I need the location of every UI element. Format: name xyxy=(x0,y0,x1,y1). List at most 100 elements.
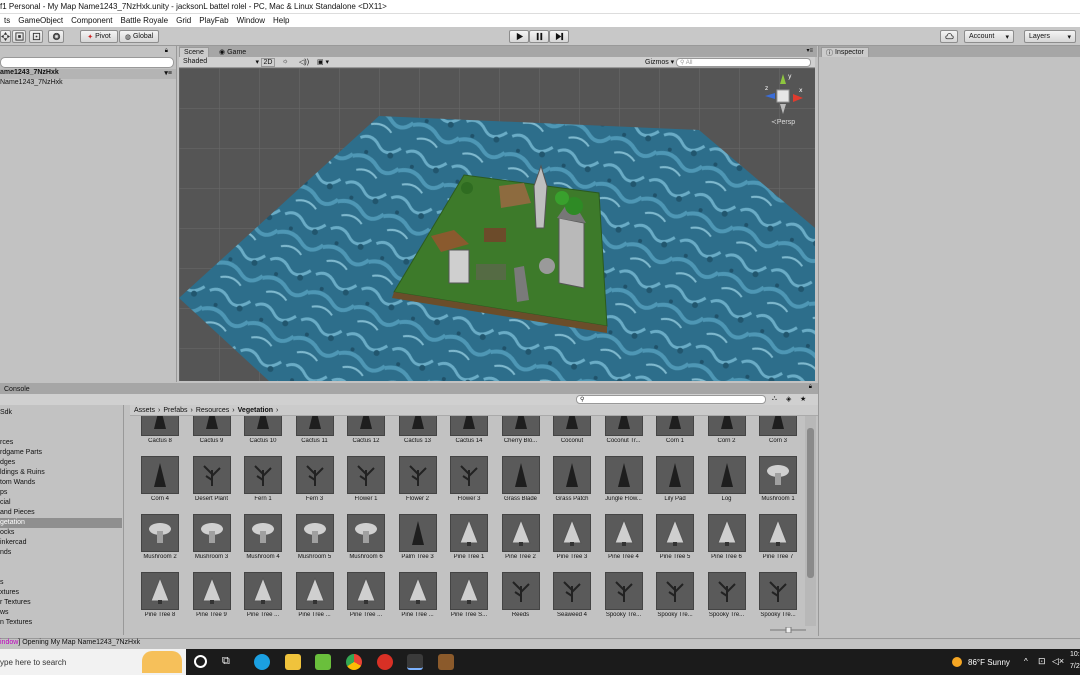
asset-item[interactable]: Pine Tree 2 xyxy=(496,514,546,572)
cortana-icon[interactable] xyxy=(194,655,207,668)
folder-tree-item[interactable]: and Pieces xyxy=(0,508,35,518)
scene-orientation-gizmo[interactable]: z x y ≺Persp xyxy=(759,72,807,132)
folder-tree-item[interactable]: cial xyxy=(0,498,11,508)
asset-item[interactable]: Pine Tree 6 xyxy=(702,514,752,572)
folder-tree-item[interactable]: ws xyxy=(0,608,9,618)
menu-gameobject[interactable]: GameObject xyxy=(14,16,67,25)
folder-tree-item[interactable]: xtures xyxy=(0,588,19,598)
asset-item[interactable]: Pine Tree 4 xyxy=(599,514,649,572)
asset-item[interactable]: Fern 3 xyxy=(290,456,340,514)
chrome-profile-icon[interactable] xyxy=(377,654,393,670)
folder-tree-item[interactable]: rdgame Parts xyxy=(0,448,42,458)
asset-item[interactable]: Spooky Tre... xyxy=(599,572,649,626)
asset-item[interactable]: Palm Tree 3 xyxy=(393,514,443,572)
asset-item[interactable]: Cactus 13 xyxy=(393,416,443,456)
asset-item[interactable]: Cactus 14 xyxy=(444,416,494,456)
transform-tool-button[interactable] xyxy=(48,30,64,43)
play-button[interactable] xyxy=(509,30,529,43)
asset-item[interactable]: Mushroom 2 xyxy=(135,514,185,572)
asset-item[interactable]: Pine Tree S... xyxy=(444,572,494,626)
asset-item[interactable]: Grass Blade xyxy=(496,456,546,514)
folder-tree-item[interactable]: dges xyxy=(0,458,15,468)
asset-item[interactable]: Corn 4 xyxy=(135,456,185,514)
file-explorer-icon[interactable] xyxy=(285,654,301,670)
move-tool-button[interactable] xyxy=(0,30,11,43)
scrollbar-thumb[interactable] xyxy=(807,428,814,578)
thumbnail-size-slider[interactable] xyxy=(770,627,806,633)
folder-tree-item[interactable]: getation xyxy=(0,518,122,528)
lighting-toggle-icon[interactable]: ☼ xyxy=(282,58,288,65)
asset-item[interactable]: Mushroom 3 xyxy=(187,514,237,572)
rect-tool-button[interactable] xyxy=(29,30,43,43)
asset-item[interactable]: Jungle Flow... xyxy=(599,456,649,514)
tab-inspector[interactable]: ⓘ Inspector xyxy=(821,47,869,57)
menu-window[interactable]: Window xyxy=(233,16,269,25)
tray-chevron-icon[interactable]: ^ xyxy=(1024,657,1028,666)
asset-item[interactable]: Reeds xyxy=(496,572,546,626)
step-button[interactable] xyxy=(549,30,569,43)
task-view-icon[interactable]: ⧉ xyxy=(222,655,230,668)
2d-toggle[interactable]: 2D xyxy=(261,58,275,67)
clock-time[interactable]: 10: xyxy=(1070,651,1080,658)
asset-item[interactable]: Pine Tree ... xyxy=(238,572,288,626)
asset-item[interactable]: Log xyxy=(702,456,752,514)
clock-date[interactable]: 7/2 xyxy=(1070,663,1080,670)
scene-viewport[interactable]: z x y ≺Persp xyxy=(179,68,815,381)
asset-item[interactable]: Mushroom 1 xyxy=(753,456,803,514)
folder-tree-item[interactable]: r Textures xyxy=(0,598,31,608)
breadcrumb-current[interactable]: Vegetation xyxy=(238,407,273,414)
tab-console[interactable]: Console xyxy=(0,384,34,394)
volume-icon[interactable]: ◁× xyxy=(1052,656,1064,667)
asset-item[interactable]: Spooky Tre... xyxy=(702,572,752,626)
scale-tool-button[interactable] xyxy=(12,30,26,43)
asset-item[interactable]: Pine Tree 5 xyxy=(650,514,700,572)
asset-item[interactable]: Pine Tree 3 xyxy=(547,514,597,572)
asset-item[interactable]: Pine Tree 1 xyxy=(444,514,494,572)
pause-button[interactable] xyxy=(529,30,549,43)
weather-text[interactable]: 86°F Sunny xyxy=(968,658,1010,667)
package-icon[interactable] xyxy=(438,654,454,670)
asset-grid-scrollbar[interactable] xyxy=(805,416,816,626)
asset-item[interactable]: Coconut xyxy=(547,416,597,456)
layers-dropdown[interactable]: Layers ▾ xyxy=(1024,30,1076,43)
asset-item[interactable]: Cactus 11 xyxy=(290,416,340,456)
asset-item[interactable]: Flower 1 xyxy=(341,456,391,514)
asset-item[interactable]: Cactus 9 xyxy=(187,416,237,456)
cloud-button[interactable] xyxy=(940,30,958,43)
asset-item[interactable]: Cactus 12 xyxy=(341,416,391,456)
folder-tree-item[interactable]: tom Wands xyxy=(0,478,35,488)
global-toggle[interactable]: ◍ Global xyxy=(119,30,159,43)
folder-tree-item[interactable]: Sdk xyxy=(0,408,12,418)
breadcrumb-prefabs[interactable]: Prefabs xyxy=(163,407,187,414)
scene-search-input[interactable]: ⚲ All xyxy=(676,58,811,67)
effects-dropdown-icon[interactable]: ▣ ▾ xyxy=(317,58,329,66)
asset-item[interactable]: Pine Tree 8 xyxy=(135,572,185,626)
chrome-icon[interactable] xyxy=(346,654,362,670)
menu-grid[interactable]: Grid xyxy=(172,16,195,25)
asset-item[interactable]: Spooky Tre... xyxy=(650,572,700,626)
tab-scene[interactable]: Scene xyxy=(179,47,209,57)
filter-by-type-icon[interactable]: ⛬ xyxy=(772,395,777,403)
asset-item[interactable]: Mushroom 4 xyxy=(238,514,288,572)
project-lock-icon[interactable]: 🔒︎ xyxy=(809,384,812,391)
asset-item[interactable]: Corn 2 xyxy=(702,416,752,456)
persp-label[interactable]: ≺Persp xyxy=(771,118,795,126)
asset-item[interactable]: Seaweed 4 xyxy=(547,572,597,626)
folder-tree-item[interactable]: s xyxy=(0,578,4,588)
asset-item[interactable]: Pine Tree ... xyxy=(393,572,443,626)
asset-item[interactable]: Grass Patch xyxy=(547,456,597,514)
edge-icon[interactable] xyxy=(254,654,270,670)
asset-item[interactable]: Pine Tree 7 xyxy=(753,514,803,572)
asset-item[interactable]: Pine Tree ... xyxy=(290,572,340,626)
folder-tree-item[interactable]: ps xyxy=(0,488,7,498)
menu-playfab[interactable]: PlayFab xyxy=(195,16,232,25)
menu-component[interactable]: Component xyxy=(67,16,116,25)
lock-icon[interactable]: 🔒︎ xyxy=(165,48,168,55)
project-search-input[interactable]: ⚲ xyxy=(576,395,766,404)
scene-tab-menu-icon[interactable]: ▾≡ xyxy=(806,47,813,54)
menu-help[interactable]: Help xyxy=(269,16,293,25)
breadcrumb-assets[interactable]: Assets xyxy=(134,407,155,414)
asset-item[interactable]: Spooky Tre... xyxy=(753,572,803,626)
asset-item[interactable]: Fern 1 xyxy=(238,456,288,514)
tab-game[interactable]: ◉ Game xyxy=(215,47,250,57)
